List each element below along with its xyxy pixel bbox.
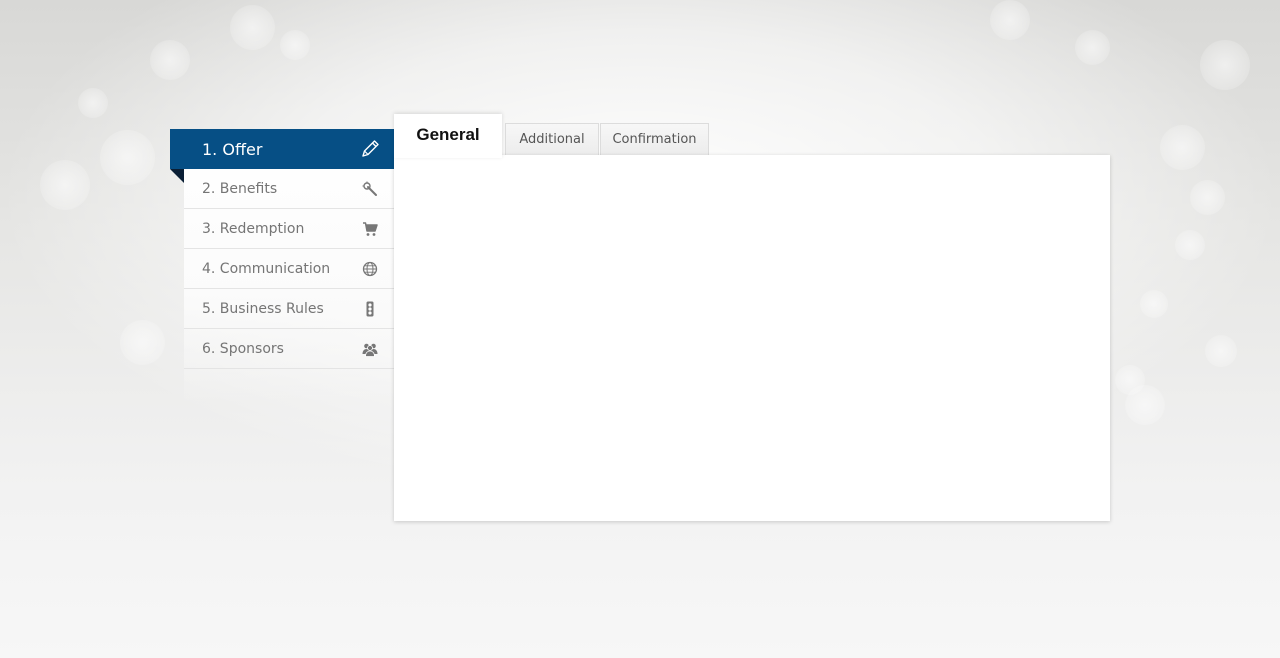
tab-confirmation[interactable]: Confirmation bbox=[600, 123, 709, 155]
active-item-fold bbox=[170, 169, 184, 183]
sidebar-item-redemption[interactable]: 3. Redemption bbox=[184, 209, 394, 249]
sidebar-item-label: 5. Business Rules bbox=[202, 300, 324, 317]
cart-icon bbox=[362, 221, 378, 237]
pencil-icon bbox=[358, 137, 382, 161]
sidebar-item-communication[interactable]: 4. Communication bbox=[184, 249, 394, 289]
tab-label: General bbox=[416, 125, 480, 144]
sidebar-item-offer[interactable]: 1. Offer bbox=[170, 129, 394, 169]
users-icon bbox=[362, 341, 378, 357]
sidebar-item-label: 6. Sponsors bbox=[202, 340, 284, 357]
tab-content-panel bbox=[394, 155, 1110, 521]
traffic-light-icon bbox=[362, 301, 378, 317]
wizard-sidebar: 1. Offer 2. Benefits 3. Redemption 4. Co… bbox=[170, 129, 394, 404]
sidebar-item-benefits[interactable]: 2. Benefits bbox=[184, 169, 394, 209]
sidebar-item-label: 3. Redemption bbox=[202, 220, 305, 237]
tab-additional[interactable]: Additional bbox=[505, 123, 599, 155]
sidebar-item-label: 4. Communication bbox=[202, 260, 331, 277]
sidebar-item-business-rules[interactable]: 5. Business Rules bbox=[184, 289, 394, 329]
tab-general[interactable]: General bbox=[394, 114, 502, 158]
magic-wand-icon bbox=[362, 181, 378, 197]
tab-label: Additional bbox=[519, 132, 585, 147]
tab-label: Confirmation bbox=[612, 132, 697, 147]
globe-icon bbox=[362, 261, 378, 277]
sidebar-item-label: 2. Benefits bbox=[202, 180, 278, 197]
sidebar-nav-list: 2. Benefits 3. Redemption 4. Communicati… bbox=[184, 169, 394, 369]
sidebar-item-sponsors[interactable]: 6. Sponsors bbox=[184, 329, 394, 369]
sidebar-item-label: 1. Offer bbox=[202, 139, 263, 159]
